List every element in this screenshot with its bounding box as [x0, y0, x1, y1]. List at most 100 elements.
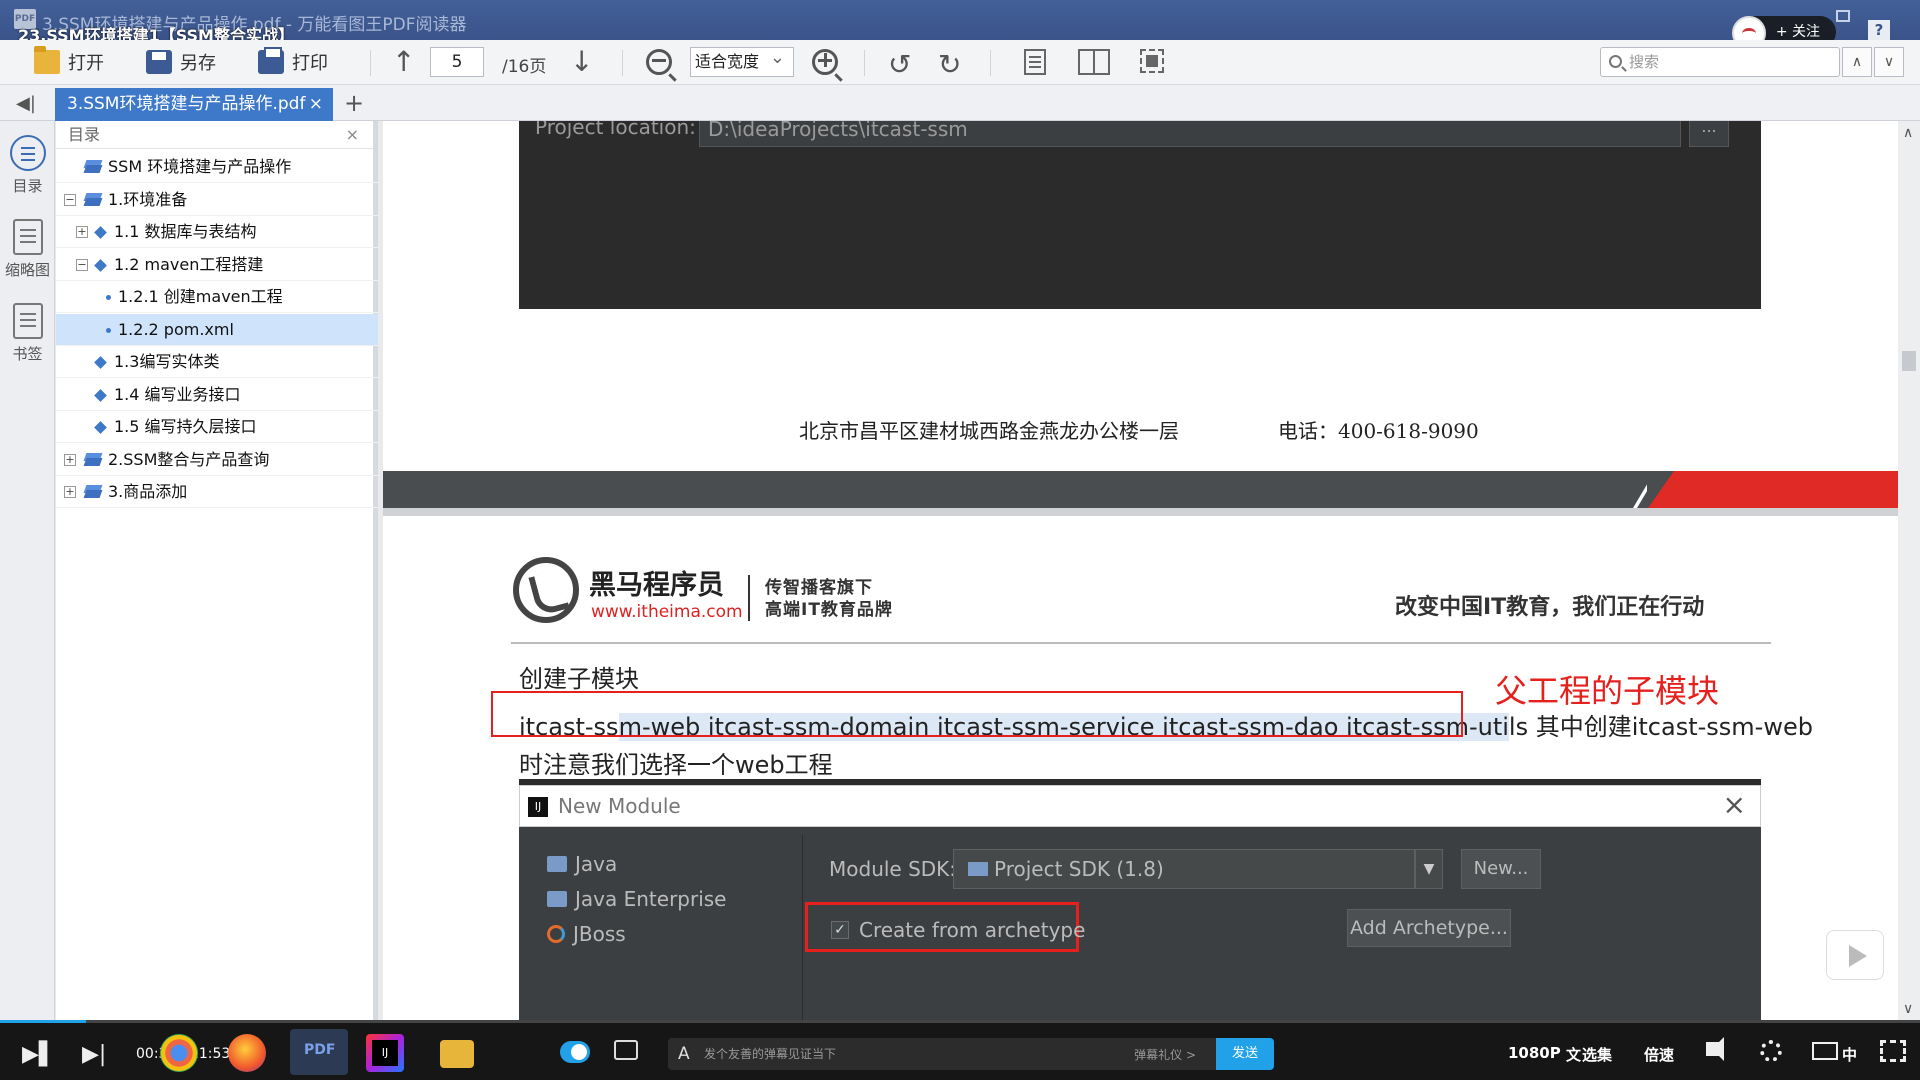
expand-icon[interactable]: +: [64, 453, 76, 466]
add-archetype-button: Add Archetype...: [1347, 909, 1511, 947]
toc-item[interactable]: +3.商品添加: [56, 476, 378, 508]
close-icon[interactable]: ×: [346, 121, 359, 149]
pdf-reader-icon[interactable]: PDF: [290, 1029, 348, 1075]
open-button[interactable]: 打开: [34, 46, 104, 78]
zoom-mode-select[interactable]: 适合宽度: [690, 44, 794, 77]
scroll-up-icon[interactable]: ∧: [1903, 125, 1913, 141]
save-as-button[interactable]: 另存: [146, 46, 216, 78]
search-input[interactable]: [1629, 51, 1799, 73]
idea-badge: IJ: [372, 1040, 398, 1066]
toc-item[interactable]: − 1.2 maven工程搭建: [56, 249, 378, 281]
page-number-input[interactable]: 5: [430, 47, 484, 77]
java-folder-icon: [547, 856, 567, 872]
next-episode-icon[interactable]: ▶|: [82, 1042, 106, 1067]
toc-item[interactable]: SSM 环境搭建与产品操作: [56, 151, 378, 183]
picture-in-picture-icon[interactable]: [1812, 1042, 1838, 1060]
browse-button: ...: [1689, 121, 1729, 147]
danmu-etiquette-link[interactable]: 弹幕礼仪 >: [1134, 1046, 1196, 1063]
new-sdk-button: New...: [1461, 849, 1541, 889]
rotate-right-icon[interactable]: ↻: [938, 48, 961, 81]
list-item: Java: [547, 849, 617, 879]
rail-toc-label: 目录: [12, 177, 43, 195]
folder-icon: [34, 46, 60, 74]
fullscreen-icon[interactable]: [1140, 49, 1164, 73]
play-icon[interactable]: ▶▌: [22, 1042, 56, 1067]
help-icon[interactable]: ?: [1868, 20, 1890, 40]
caption-label[interactable]: 文: [1566, 1044, 1581, 1065]
toc-item[interactable]: +2.SSM整合与产品查询: [56, 444, 378, 476]
danmu-toggle[interactable]: [560, 1041, 590, 1063]
scroll-thumb[interactable]: [1902, 351, 1916, 371]
expand-icon[interactable]: +: [64, 486, 76, 498]
stack-icon: [84, 453, 102, 467]
danmu-input[interactable]: [704, 1042, 1084, 1066]
collapse-panel-icon[interactable]: ◀|: [16, 93, 36, 114]
page-total: /16页: [502, 57, 547, 77]
logo-name: 黑马程序员: [589, 570, 724, 601]
settings-gear-icon[interactable]: [1760, 1040, 1782, 1062]
document-viewer[interactable]: Project location: D:\ideaProjects\itcast…: [383, 121, 1898, 1020]
toc-item[interactable]: 1.4 编写业务接口: [56, 379, 378, 411]
new-module-dialog-header: IJ New Module ×: [519, 785, 1761, 827]
rail-thumbnail-label: 缩略图: [4, 261, 50, 279]
toc-item[interactable]: 1.2.1 创建maven工程: [56, 281, 378, 313]
print-button[interactable]: 打印: [258, 46, 328, 78]
jboss-icon: [547, 925, 565, 943]
diamond-icon: [94, 356, 107, 369]
tab-bar: ◀| 3.SSM环境搭建与产品操作.pdf × +: [0, 85, 1920, 121]
rail-toc-button[interactable]: 目录: [0, 135, 55, 196]
floating-play-icon[interactable]: [1826, 930, 1884, 980]
volume-icon[interactable]: [1706, 1037, 1724, 1061]
progress-bar[interactable]: [0, 1020, 1920, 1023]
restore-window-icon[interactable]: [1836, 10, 1850, 22]
chrome-icon[interactable]: [160, 1034, 198, 1072]
toc-item[interactable]: +1.1 数据库与表结构: [56, 216, 378, 248]
close-icon[interactable]: ×: [309, 88, 323, 121]
firefox-icon[interactable]: [228, 1034, 266, 1072]
two-page-icon[interactable]: [1078, 49, 1110, 75]
toolbar-divider: [864, 50, 865, 76]
side-rail: 目录 缩略图 书签: [0, 121, 55, 1020]
prev-page-icon[interactable]: ↑: [392, 48, 415, 76]
rail-bookmark-button[interactable]: 书签: [0, 303, 55, 364]
page-separator: [383, 508, 1898, 516]
vertical-scrollbar[interactable]: ∧ ∨: [1898, 121, 1920, 1020]
archetype-label: Create from archetype: [859, 918, 1086, 942]
danmu-settings-icon[interactable]: [614, 1040, 638, 1060]
intellij-taskbar-icon[interactable]: IJ: [366, 1034, 404, 1072]
toc-item-label: 1.环境准备: [108, 189, 188, 209]
expand-icon[interactable]: +: [76, 226, 88, 238]
new-tab-button[interactable]: +: [344, 89, 364, 117]
speed-button[interactable]: 倍速: [1644, 1044, 1674, 1065]
annotation-box: [491, 691, 1463, 737]
toc-item[interactable]: 1.3编写实体类: [56, 346, 378, 378]
toc-item[interactable]: 1.5 编写持久层接口: [56, 411, 378, 443]
search-next-button[interactable]: ∨: [1874, 47, 1904, 77]
zoom-out-icon[interactable]: [646, 49, 672, 75]
next-page-icon[interactable]: ↓: [570, 48, 593, 76]
zoom-in-icon[interactable]: [812, 49, 838, 75]
fullscreen-icon[interactable]: [1880, 1040, 1906, 1062]
scroll-down-icon[interactable]: ∨: [1903, 1001, 1913, 1017]
file-explorer-icon[interactable]: [440, 1040, 474, 1068]
rotate-left-icon[interactable]: ↺: [888, 48, 911, 81]
para-suffix: ls 其中创建itcast-ssm-web: [1508, 713, 1813, 741]
rail-thumbnail-button[interactable]: 缩略图: [0, 219, 55, 280]
title-bar: PDF 3.SSM环境搭建与产品操作.pdf - 万能看图王PDF阅读器 23.…: [0, 0, 1920, 50]
module-sdk-label: Module SDK:: [829, 857, 957, 881]
quality-button[interactable]: 1080P: [1508, 1044, 1561, 1062]
collapse-icon[interactable]: −: [64, 193, 76, 206]
list-item: JBoss: [547, 919, 626, 949]
text-style-icon[interactable]: A: [678, 1044, 690, 1064]
new-module-dialog-body: Java Java Enterprise JBoss Module SDK: P…: [519, 827, 1761, 1020]
subtitle-language[interactable]: 中: [1842, 1044, 1857, 1065]
tab-document[interactable]: 3.SSM环境搭建与产品操作.pdf ×: [55, 88, 333, 121]
toc-item[interactable]: 1.2.2 pom.xml: [56, 313, 378, 346]
episodes-button[interactable]: 选集: [1582, 1044, 1612, 1065]
pdf-badge: PDF: [304, 1042, 336, 1058]
collapse-icon[interactable]: −: [76, 258, 88, 271]
send-danmu-button[interactable]: 发送: [1216, 1038, 1274, 1070]
single-page-icon[interactable]: [1024, 49, 1046, 75]
toc-item[interactable]: − 1.环境准备: [56, 184, 378, 216]
search-prev-button[interactable]: ∧: [1842, 47, 1872, 77]
